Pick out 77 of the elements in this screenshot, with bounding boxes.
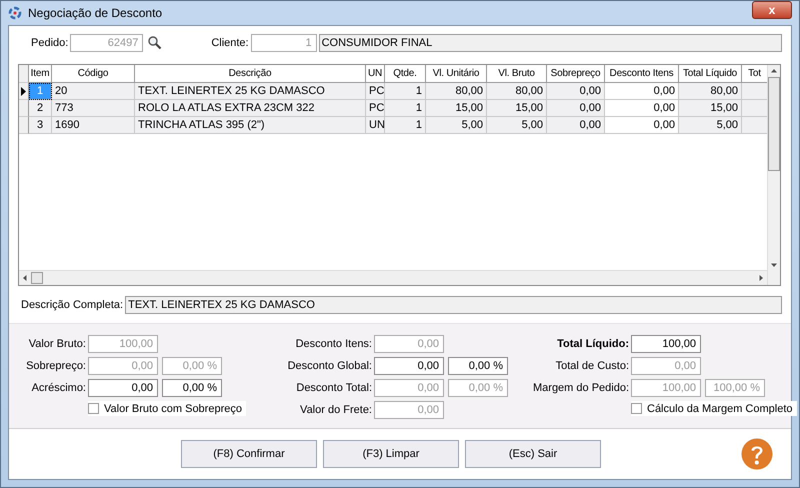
help-icon[interactable]: [741, 438, 773, 470]
table-cell: 15,00: [679, 100, 742, 117]
column-header[interactable]: Qtde.: [385, 65, 426, 83]
close-button[interactable]: x: [752, 1, 792, 19]
table-cell: TEXT. LEINERTEX 25 KG DAMASCO: [135, 83, 366, 100]
pedido-label: Pedido:: [30, 37, 68, 49]
current-row-icon: [21, 86, 26, 96]
value-field[interactable]: 0,00 %: [448, 357, 508, 375]
descricao-completa-field: TEXT. LEINERTEX 25 KG DAMASCO: [125, 296, 782, 314]
column-header[interactable]: Item: [29, 65, 52, 83]
field-label: Desconto Global:: [286, 360, 373, 372]
table-cell: 80,00: [426, 83, 487, 100]
row-indicator[interactable]: [19, 83, 29, 100]
scroll-thumb[interactable]: [31, 272, 43, 284]
field-label: Total Líquido:: [556, 338, 630, 350]
table-cell: 80,00: [487, 83, 547, 100]
table-cell: 15,00: [487, 100, 547, 117]
column-header[interactable]: Descrição: [135, 65, 366, 83]
search-icon[interactable]: [147, 35, 164, 51]
table-cell: 20: [52, 83, 135, 100]
table-cell: 5,00: [679, 117, 742, 134]
dialog-button[interactable]: (F8) Confirmar: [181, 440, 317, 468]
grid-corner: [19, 65, 29, 83]
table-cell: 15,00: [426, 100, 487, 117]
table-cell: 1690: [52, 117, 135, 134]
column-header[interactable]: Vl. Unitário: [426, 65, 487, 83]
table-cell: 80,00: [679, 83, 742, 100]
table-cell: 3: [29, 117, 52, 134]
checkbox[interactable]: Cálculo da Margem Completo: [631, 401, 797, 416]
table-cell: TRINCHA ATLAS 395 (2"): [135, 117, 366, 134]
column-header[interactable]: Vl. Bruto: [487, 65, 547, 83]
dialog-button[interactable]: (Esc) Sair: [465, 440, 601, 468]
field-label: Sobrepreço:: [25, 360, 87, 372]
table-cell: 0,00: [605, 83, 679, 100]
app-icon: [8, 6, 22, 20]
table-cell: 773: [52, 100, 135, 117]
field-label: Desconto Itens:: [294, 338, 373, 350]
table-cell: PC: [366, 100, 385, 117]
column-header[interactable]: Código: [52, 65, 135, 83]
horizontal-scrollbar[interactable]: [19, 270, 767, 285]
field-label: Valor Bruto:: [28, 338, 87, 350]
field-label: Margem do Pedido:: [532, 382, 630, 394]
table-cell: UN: [366, 117, 385, 134]
table-cell: 2: [29, 100, 52, 117]
value-field[interactable]: 0,00: [374, 357, 444, 375]
table-cell: 1: [385, 117, 426, 134]
value-field[interactable]: 0,00 %: [162, 379, 222, 397]
table-cell: 1: [29, 83, 52, 100]
table-cell: 0,00: [547, 100, 605, 117]
field-label: Desconto Total:: [295, 382, 373, 394]
scroll-thumb[interactable]: [768, 77, 780, 171]
vertical-scrollbar[interactable]: [767, 65, 780, 285]
table-cell: 0,00: [605, 100, 679, 117]
window-title: Negociação de Desconto: [28, 6, 162, 20]
table-cell: 5,00: [487, 117, 547, 134]
descricao-completa-label: Descrição Completa:: [20, 299, 124, 311]
field-label: Valor do Frete:: [299, 404, 373, 416]
table-cell: 0,00: [605, 117, 679, 134]
field-label: Total de Custo:: [554, 360, 630, 372]
column-header[interactable]: Desconto Itens: [605, 65, 679, 83]
column-header[interactable]: Total Líquido: [679, 65, 742, 83]
cliente-name-field: CONSUMIDOR FINAL: [318, 34, 782, 52]
checkbox[interactable]: Valor Bruto com Sobrepreço: [88, 401, 246, 416]
table-cell: 0,00: [547, 83, 605, 100]
table-cell: 0,00: [547, 117, 605, 134]
value-field[interactable]: 0,00: [88, 379, 158, 397]
dialog-button[interactable]: (F3) Limpar: [323, 440, 459, 468]
value-field[interactable]: 100,00: [631, 335, 701, 353]
table-cell: 1: [385, 83, 426, 100]
table-cell: 5,00: [426, 117, 487, 134]
cliente-label: Cliente:: [210, 37, 249, 49]
field-label: Acréscimo:: [30, 382, 87, 394]
table-cell: PC: [366, 83, 385, 100]
column-header[interactable]: Sobrepreço: [547, 65, 605, 83]
table-cell: ROLO LA ATLAS EXTRA 23CM 322: [135, 100, 366, 117]
table-cell: 1: [385, 100, 426, 117]
column-header[interactable]: UN: [366, 65, 385, 83]
